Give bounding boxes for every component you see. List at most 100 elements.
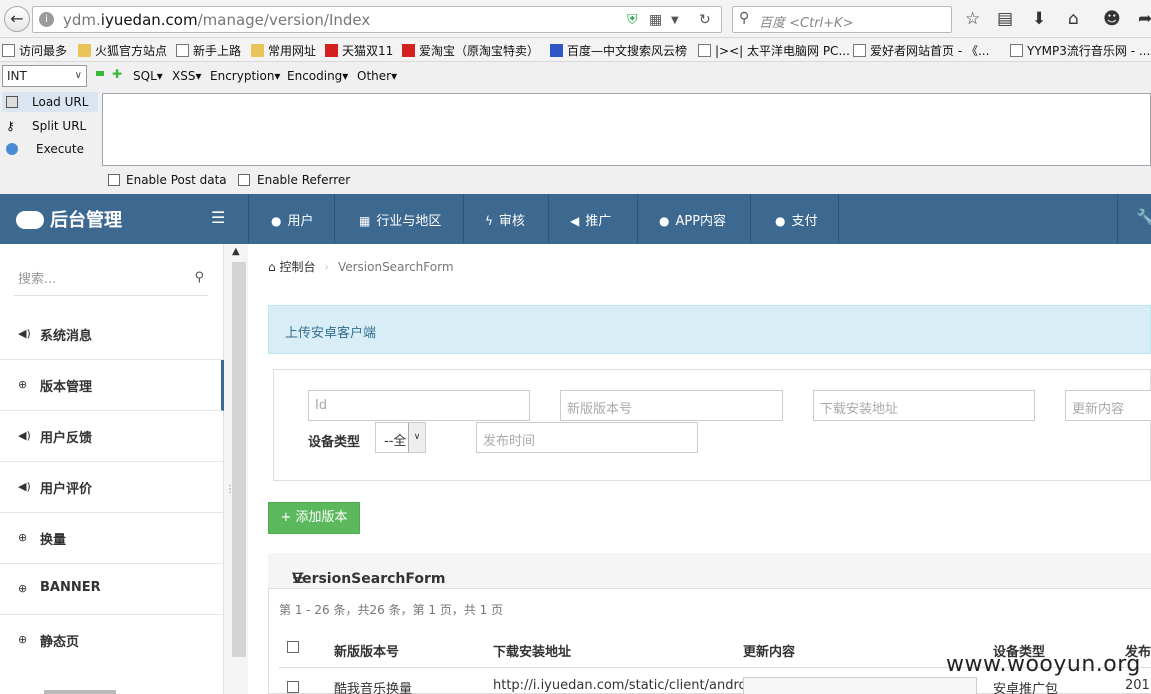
sidebar-item-system-messages[interactable]: ◀) 系统消息: [0, 309, 224, 360]
add-version-button[interactable]: + 添加版本: [268, 502, 360, 534]
download-icon[interactable]: ⬇: [1032, 9, 1046, 29]
wrench-icon[interactable]: 🔧: [1136, 208, 1151, 226]
plus-icon[interactable]: ✚: [112, 67, 122, 81]
bookmark-item[interactable]: |><| 太平洋电脑网 PC...: [698, 42, 850, 59]
column-header-content[interactable]: 更新内容: [743, 641, 795, 660]
bookmark-item[interactable]: YYMP3流行音乐网 - ...: [1010, 42, 1150, 59]
dropdown-arrow-icon[interactable]: ▼: [671, 15, 679, 26]
bookmark-item[interactable]: 天猫双11: [325, 42, 393, 59]
bookmark-item[interactable]: 爱淘宝（原淘宝特卖）: [402, 42, 539, 59]
select-all-checkbox[interactable]: [287, 641, 299, 653]
page-icon: [853, 44, 866, 57]
execute-button[interactable]: Execute: [2, 139, 98, 159]
bookmark-item[interactable]: 新手上路: [176, 42, 241, 59]
menu-encoding[interactable]: Encoding▾: [287, 69, 348, 83]
sidebar-item-feedback[interactable]: ◀) 用户反馈: [0, 411, 224, 462]
column-header-url[interactable]: 下载安装地址: [493, 641, 571, 660]
bolt-icon: ϟ: [485, 214, 493, 228]
nav-divider: [838, 194, 839, 244]
bookmark-item[interactable]: 爱好者网站首页 - 《...: [853, 42, 989, 59]
type-select[interactable]: INT ∨: [2, 65, 87, 87]
nav-divider: [334, 194, 335, 244]
volume-icon: ◀): [18, 327, 31, 340]
download-url-input[interactable]: 下载安装地址: [813, 390, 1035, 421]
folder-icon: [251, 44, 264, 57]
nav-item-industry[interactable]: ▦ 行业与地区: [359, 210, 441, 229]
shield-icon[interactable]: ⛨: [627, 12, 638, 28]
menu-xss[interactable]: XSS▾: [172, 69, 201, 83]
cloud-icon: [16, 211, 44, 229]
device-type-select[interactable]: --全 ∨: [375, 422, 426, 453]
qrcode-icon[interactable]: ▦: [649, 12, 662, 28]
menu-other[interactable]: Other▾: [357, 69, 397, 83]
bookmark-item[interactable]: 访问最多: [2, 42, 67, 59]
scrollbar-thumb[interactable]: [232, 262, 246, 657]
sidebar-bottom-bar: [44, 690, 116, 694]
menu-sql[interactable]: SQL▾: [133, 69, 163, 83]
row-checkbox[interactable]: [287, 681, 299, 693]
bookmarks-bar: 访问最多 火狐官方站点 新手上路 常用网址 天猫双11 爱淘宝（原淘宝特卖） 百…: [0, 38, 1151, 62]
nav-item-payment[interactable]: ● 支付: [775, 210, 818, 229]
nav-item-app-content[interactable]: ● APP内容: [659, 210, 726, 229]
minus-icon[interactable]: [96, 71, 104, 76]
bullhorn-icon: ◀: [570, 214, 580, 228]
volume-icon: ◀): [18, 429, 31, 442]
enable-referrer-checkbox[interactable]: [238, 174, 250, 186]
url-textarea[interactable]: [102, 93, 1151, 166]
bookmark-item[interactable]: 火狐官方站点: [78, 42, 167, 59]
sidebar: 搜索... ⚲ ◀) 系统消息 ⊕ 版本管理 ◀) 用户反馈 ◀) 用户评价 ⊕ 换量 ⊕…: [0, 244, 224, 694]
sidebar-search[interactable]: 搜索... ⚲: [14, 266, 208, 296]
sidebar-item-banner[interactable]: ⊕ BANNER: [0, 564, 224, 615]
search-box[interactable]: ⚲ 百度 <Ctrl+K>: [732, 6, 952, 33]
smiley-icon[interactable]: ☻: [1103, 9, 1121, 29]
home-icon: ⌂: [268, 260, 276, 274]
sidebar-item-reviews[interactable]: ◀) 用户评价: [0, 462, 224, 513]
cell-content-field[interactable]: [743, 677, 977, 694]
user-icon: ●: [271, 214, 282, 228]
menu-toggle-icon[interactable]: ☰: [211, 208, 225, 227]
tmall-icon: [325, 44, 338, 57]
split-url-button[interactable]: ⚷ Split URL: [2, 116, 98, 136]
app-logo[interactable]: 后台管理: [16, 206, 122, 232]
address-bar[interactable]: i ydm.iyuedan.com/manage/version/Index ⛨…: [32, 6, 722, 33]
chevron-down-icon: ∨: [74, 70, 82, 81]
split-icon: ⚷: [6, 119, 15, 133]
page-icon: [698, 44, 711, 57]
reload-icon[interactable]: ↻: [699, 12, 711, 28]
info-alert: 上传安卓客户端: [268, 305, 1151, 354]
publish-time-input[interactable]: 发布时间: [476, 422, 698, 453]
bookmark-item[interactable]: 常用网址: [251, 42, 316, 59]
column-header-version[interactable]: 新版版本号: [334, 641, 399, 660]
version-input[interactable]: 新版版本号: [560, 390, 783, 421]
breadcrumb-current: VersionSearchForm: [337, 260, 454, 274]
load-url-button[interactable]: Load URL: [2, 92, 98, 112]
search-icon[interactable]: ⚲: [194, 270, 204, 285]
nav-divider: [548, 194, 549, 244]
taobao-icon: [402, 44, 415, 57]
back-arrow-icon[interactable]: ←: [4, 6, 30, 32]
reading-list-icon[interactable]: ▤: [997, 9, 1013, 29]
nav-item-review[interactable]: ϟ 审核: [485, 210, 525, 229]
home-icon[interactable]: ⌂: [1068, 9, 1079, 29]
cell-device: 安卓推广包: [993, 682, 1059, 694]
share-icon[interactable]: ➦: [1138, 9, 1151, 29]
play-icon: [6, 143, 18, 155]
bookmark-item[interactable]: 百度—中文搜索风云榜: [550, 42, 687, 59]
breadcrumb-home[interactable]: 控制台: [279, 260, 315, 274]
grip-icon[interactable]: ⋮: [225, 484, 235, 495]
grid-icon: ▦: [359, 214, 371, 228]
chevron-down-icon: ∨: [408, 423, 425, 452]
sidebar-item-version-management[interactable]: ⊕ 版本管理: [0, 360, 224, 411]
panel-header: ☰ VersionSearchForm: [268, 553, 1151, 589]
bookmark-star-icon[interactable]: ☆: [965, 9, 980, 29]
nav-item-users[interactable]: ● 用户: [271, 210, 314, 229]
upload-android-link[interactable]: 上传安卓客户端: [285, 322, 376, 341]
sidebar-item-static-pages[interactable]: ⊕ 静态页: [0, 615, 224, 666]
id-input[interactable]: Id: [308, 390, 530, 421]
sidebar-item-exchange[interactable]: ⊕ 换量: [0, 513, 224, 564]
nav-item-promotion[interactable]: ◀ 推广: [570, 210, 611, 229]
menu-encryption[interactable]: Encryption▾: [210, 69, 280, 83]
scroll-up-icon[interactable]: ▲: [232, 246, 240, 257]
update-content-input[interactable]: 更新内容: [1065, 390, 1151, 421]
enable-post-checkbox[interactable]: [108, 174, 120, 186]
